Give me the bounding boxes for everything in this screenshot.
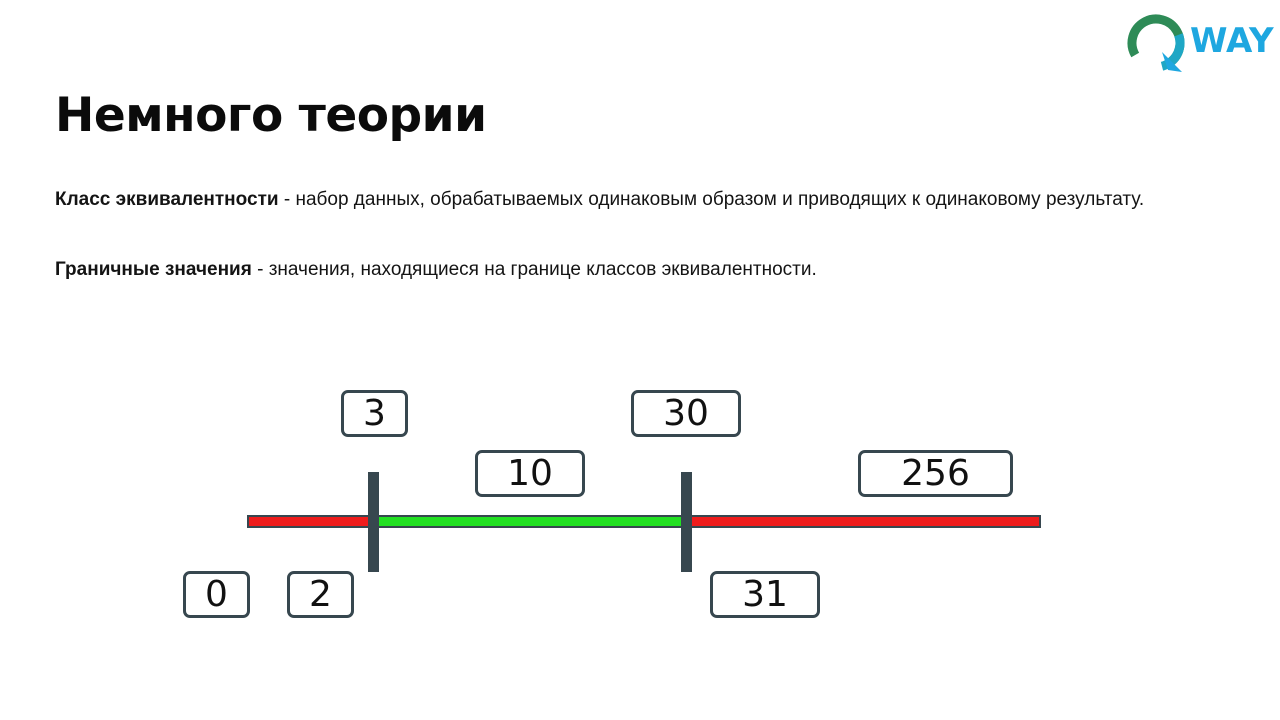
invalid-range-right	[685, 515, 1041, 528]
value-box-30: 30	[631, 390, 741, 437]
boundary-value-diagram: 3 10 30 256 0 2 31	[0, 0, 1280, 720]
value-box-10: 10	[475, 450, 585, 497]
invalid-range-left	[247, 515, 377, 528]
value-box-256: 256	[858, 450, 1013, 497]
value-box-3: 3	[341, 390, 408, 437]
value-box-2: 2	[287, 571, 354, 618]
value-box-0: 0	[183, 571, 250, 618]
boundary-marker-low	[368, 472, 379, 572]
value-box-31: 31	[710, 571, 820, 618]
boundary-marker-high	[681, 472, 692, 572]
valid-range	[373, 515, 689, 528]
